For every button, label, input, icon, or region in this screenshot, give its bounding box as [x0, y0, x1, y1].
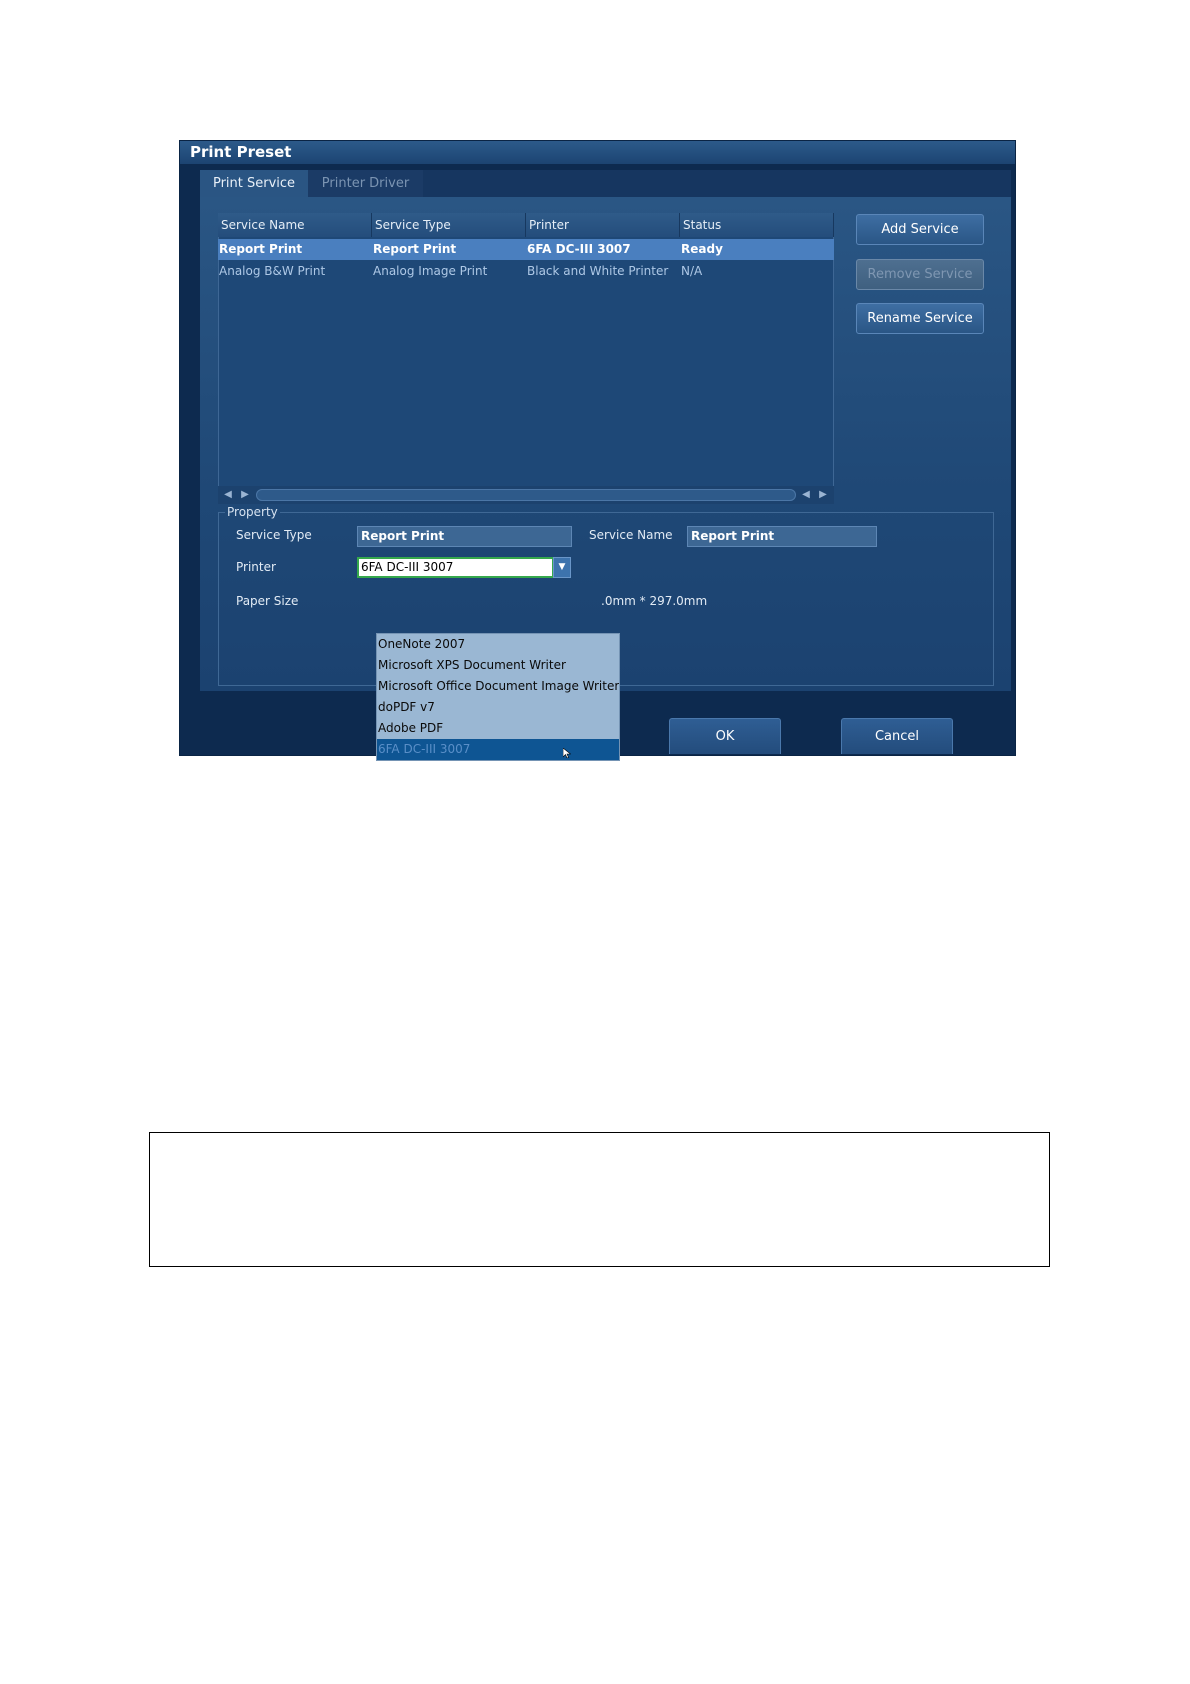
printer-dropdown-list[interactable]: OneNote 2007 Microsoft XPS Document Writ… [376, 633, 620, 761]
horizontal-scrollbar[interactable]: ◀ ▶ ◀ ▶ [218, 486, 834, 504]
dropdown-option[interactable]: Microsoft Office Document Image Writer [377, 676, 619, 697]
cell-service-type: Analog Image Print [373, 264, 488, 278]
cell-service-name: Report Print [219, 242, 303, 256]
printer-combobox[interactable]: 6FA DC-III 3007 [357, 557, 554, 578]
print-service-panel: Service Name Service Type Printer Status… [200, 197, 1011, 761]
service-name-label: Service Name [589, 528, 673, 542]
dropdown-option[interactable]: doPDF v7 [377, 697, 619, 718]
scroll-right-icon[interactable]: ▶ [237, 487, 253, 503]
table-header: Service Name Service Type Printer Status [218, 213, 834, 237]
service-table: Service Name Service Type Printer Status… [218, 213, 834, 504]
note-box [149, 1132, 1050, 1267]
service-name-field[interactable]: Report Print [687, 526, 877, 547]
cell-service-name: Analog B&W Print [219, 264, 326, 278]
mouse-cursor-icon [563, 748, 571, 758]
column-header-printer[interactable]: Printer [526, 213, 680, 237]
column-header-service-type[interactable]: Service Type [372, 213, 526, 237]
cell-printer: 6FA DC-III 3007 [527, 242, 631, 256]
scroll-left-icon[interactable]: ◀ [220, 487, 236, 503]
scroll-left-end-icon[interactable]: ◀ [798, 487, 814, 503]
column-header-status[interactable]: Status [680, 213, 834, 237]
cell-service-type: Report Print [373, 242, 457, 256]
scrollbar-thumb[interactable] [256, 489, 796, 501]
chevron-down-icon[interactable]: ▼ [553, 557, 571, 578]
service-type-label: Service Type [236, 528, 312, 542]
cell-printer: Black and White Printer [527, 264, 669, 278]
dropdown-option[interactable]: OneNote 2007 [377, 634, 619, 655]
scroll-right-end-icon[interactable]: ▶ [815, 487, 831, 503]
print-preset-dialog: Print Preset Print Service Printer Drive… [180, 141, 1015, 761]
tab-strip: Print Service Printer Driver [200, 170, 1011, 197]
dropdown-option-highlighted[interactable]: 6FA DC-III 3007 [377, 739, 619, 760]
tab-print-service[interactable]: Print Service [200, 170, 308, 197]
dropdown-option-label: 6FA DC-III 3007 [378, 742, 471, 756]
printer-label: Printer [236, 560, 276, 574]
rename-service-button[interactable]: Rename Service [856, 303, 984, 334]
tab-printer-driver[interactable]: Printer Driver [308, 170, 423, 197]
paper-size-value: .0mm * 297.0mm [601, 594, 708, 608]
cell-status: Ready [681, 242, 723, 256]
dropdown-option[interactable]: Microsoft XPS Document Writer [377, 655, 619, 676]
dropdown-option[interactable]: Adobe PDF [377, 718, 619, 739]
add-service-button[interactable]: Add Service [856, 214, 984, 245]
column-header-service-name[interactable]: Service Name [218, 213, 372, 237]
dialog-title: Print Preset [180, 141, 1015, 164]
property-legend: Property [225, 504, 280, 520]
ok-button[interactable]: OK [669, 718, 781, 754]
paper-size-label: Paper Size [236, 594, 299, 608]
remove-service-button[interactable]: Remove Service [856, 259, 984, 290]
cancel-button[interactable]: Cancel [841, 718, 953, 754]
table-row[interactable]: Analog B&W Print Analog Image Print Blac… [218, 261, 834, 282]
cell-status: N/A [681, 264, 703, 278]
service-type-field[interactable]: Report Print [357, 526, 572, 547]
table-row[interactable]: Report Print Report Print 6FA DC-III 300… [218, 239, 834, 260]
